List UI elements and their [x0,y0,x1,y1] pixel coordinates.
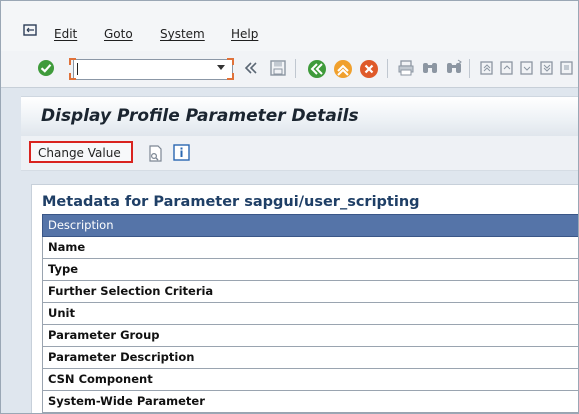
application-toolbar: Change Value [21,136,578,171]
next-page-icon[interactable] [519,59,535,77]
find-icon[interactable] [421,59,439,77]
change-value-button[interactable]: Change Value [29,141,133,163]
toolbar-separator [387,59,388,78]
metadata-panel: Metadata for Parameter sapgui/user_scrip… [31,184,578,413]
table-row: Parameter Description [42,347,578,369]
metadata-title: Metadata for Parameter sapgui/user_scrip… [42,194,420,210]
back-icon[interactable] [307,59,327,79]
table-row: System-Wide Parameter [42,391,578,413]
enter-check-icon[interactable] [37,59,55,77]
table-row: Unit [42,303,578,325]
menu-item-system[interactable]: System [160,27,205,41]
info-icon[interactable] [173,144,190,161]
menu-item-goto[interactable]: Goto [104,27,133,41]
table-row: CSN Component [42,369,578,391]
command-field[interactable] [69,58,234,80]
exit-icon[interactable] [333,59,353,79]
menu-bar: Edit Goto System Help [1,1,578,51]
toolbar-separator [469,59,470,78]
table-row: Type [42,259,578,281]
menu-item-edit[interactable]: Edit [54,27,77,41]
sap-window: Edit Goto System Help Display Profile Pa… [0,0,579,414]
standard-toolbar [1,51,578,88]
table-row: Name [42,237,578,259]
command-input[interactable] [73,59,233,80]
focus-corner [227,58,234,65]
menu-enter-icon[interactable] [23,24,37,36]
chevron-down-icon[interactable] [217,65,225,70]
last-page-icon[interactable] [539,59,555,77]
text-caret [77,63,78,75]
previous-page-icon[interactable] [499,59,515,77]
table-row: Parameter Group [42,325,578,347]
print-icon[interactable] [397,59,415,77]
focus-corner [69,73,76,80]
focus-corner [227,73,234,80]
collapse-double-left-icon[interactable] [244,61,258,75]
find-next-icon[interactable] [445,59,463,77]
cancel-icon[interactable] [359,59,379,79]
toolbar-separator [295,59,296,78]
page-title: Display Profile Parameter Details [41,106,359,126]
table-header-description: Description [42,214,578,237]
change-value-label: Change Value [38,146,121,160]
menu-item-help[interactable]: Help [231,27,258,41]
metadata-table: Description Name Type Further Selection … [42,214,578,413]
first-page-icon[interactable] [479,59,495,77]
title-bar: Display Profile Parameter Details [21,96,578,137]
new-session-icon[interactable] [559,59,575,77]
focus-corner [69,58,76,65]
table-row: Further Selection Criteria [42,281,578,303]
documentation-icon[interactable] [148,145,163,162]
save-icon[interactable] [269,59,287,77]
